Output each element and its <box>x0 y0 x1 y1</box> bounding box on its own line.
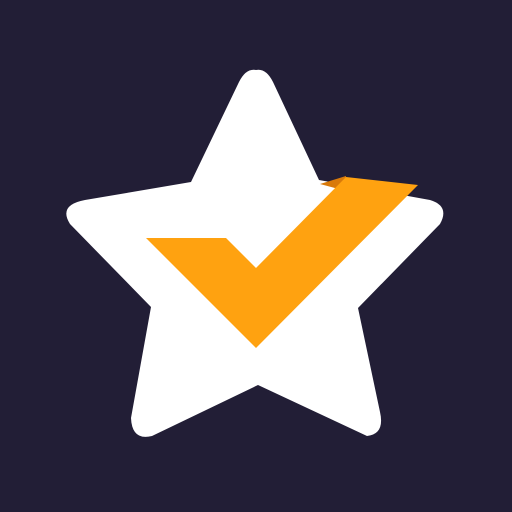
app-icon <box>0 0 512 512</box>
star-check-icon <box>0 0 512 512</box>
